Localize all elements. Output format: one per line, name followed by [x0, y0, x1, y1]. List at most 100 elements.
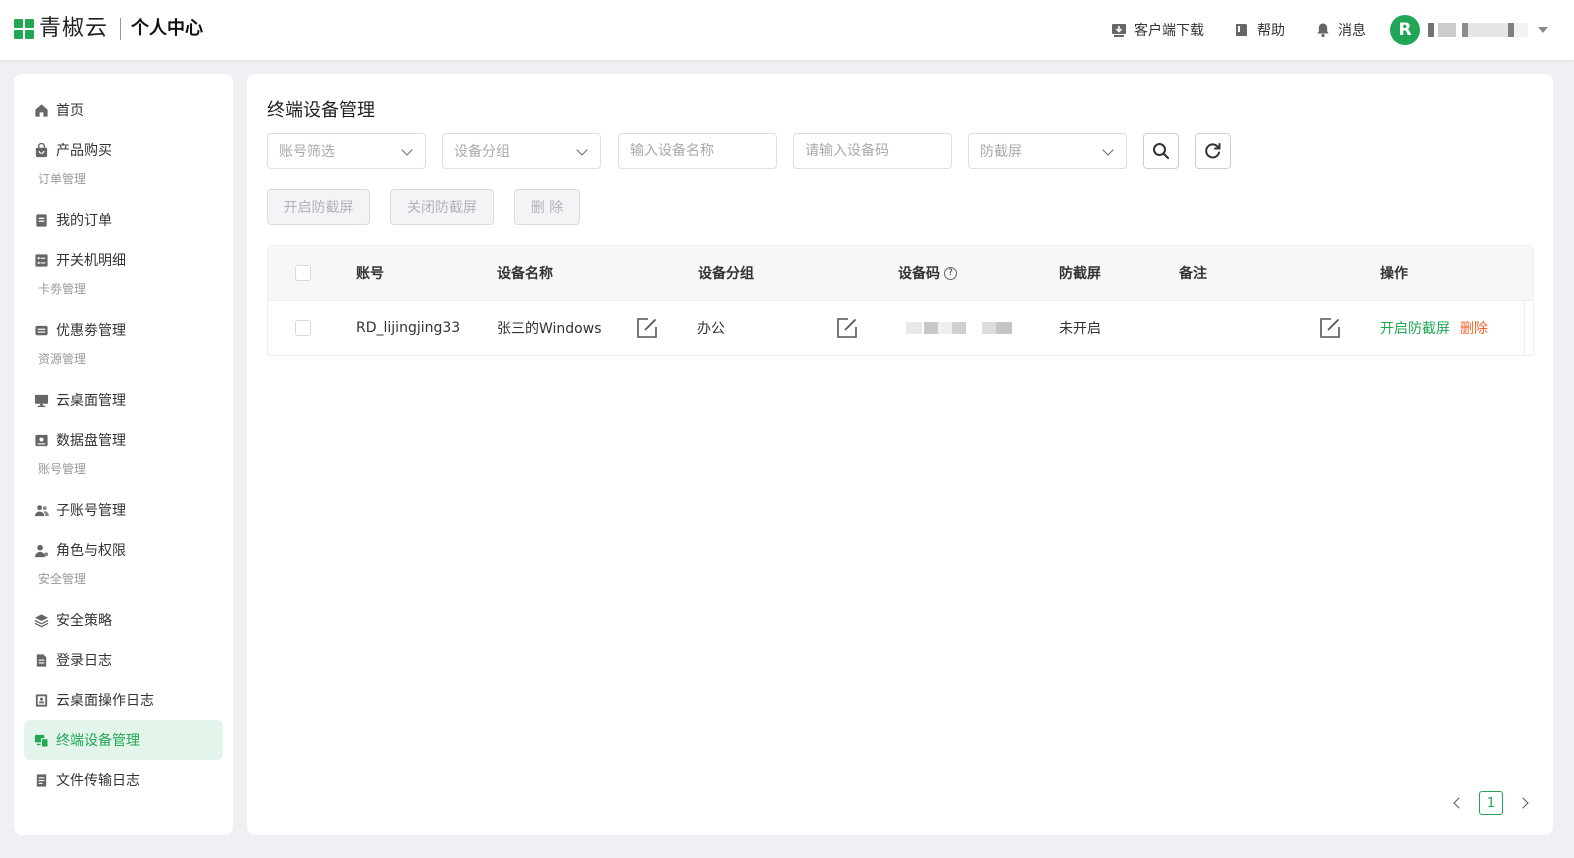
table-header: 账号 设备名称 设备分组 设备码 ? 防截屏 备注 操作: [268, 246, 1533, 301]
account-filter-placeholder: 账号筛选: [279, 144, 335, 160]
search-button[interactable]: [1143, 133, 1179, 169]
header-account: 账号: [356, 266, 384, 282]
row-delete-link[interactable]: 删除: [1460, 318, 1488, 338]
chevron-down-icon: [576, 144, 588, 156]
sidebar-item-my-orders[interactable]: 我的订单: [24, 200, 223, 240]
edit-remark-button[interactable]: [1319, 301, 1341, 355]
messages-link[interactable]: 消息: [1315, 20, 1366, 40]
page-number-current[interactable]: 1: [1479, 791, 1503, 815]
sidebar-item-terminal-devices[interactable]: 终端设备管理: [24, 720, 223, 760]
edit-icon: [837, 318, 857, 338]
devices-icon: [34, 734, 49, 748]
sidebar-item-product-purchase[interactable]: 产品购买: [24, 130, 223, 170]
sidebar-group-resources: 资源管理: [38, 352, 87, 366]
device-group-placeholder: 设备分组: [454, 144, 510, 160]
sidebar-item-data-disk[interactable]: 数据盘管理: [24, 420, 223, 460]
sidebar-item-login-log[interactable]: 登录日志: [24, 640, 223, 680]
header-remark: 备注: [1179, 266, 1207, 282]
home-icon: [35, 103, 48, 117]
sidebar-item-security-policy[interactable]: 安全策略: [24, 600, 223, 640]
sidebar-group-accounts: 账号管理: [38, 462, 87, 476]
pagination: 1: [1453, 791, 1529, 815]
device-group-select[interactable]: 设备分组: [442, 133, 601, 169]
device-table: 账号 设备名称 设备分组 设备码 ? 防截屏 备注 操作 RD_lijingji…: [267, 245, 1534, 356]
top-bar: 青椒云 个人中心 客户端下载 帮助 消息 R: [0, 0, 1574, 60]
help-icon[interactable]: ?: [944, 266, 957, 280]
device-name-input[interactable]: [630, 143, 776, 159]
brand-divider: [120, 18, 122, 40]
brand-logo[interactable]: 青椒云 个人中心: [14, 16, 203, 42]
edit-device-group-button[interactable]: [836, 301, 858, 355]
sidebar-item-label: 角色与权限: [56, 543, 126, 559]
device-code-input-wrap: [793, 133, 952, 169]
account-filter-select[interactable]: 账号筛选: [267, 133, 426, 169]
download-client-link[interactable]: 客户端下载: [1111, 20, 1204, 40]
sidebar-item-label: 云桌面操作日志: [56, 693, 154, 709]
document-icon: [36, 653, 47, 667]
sidebar-item-label: 开关机明细: [56, 253, 126, 269]
cell-anti-screenshot: 未开启: [1059, 321, 1101, 337]
edit-device-name-button[interactable]: [636, 301, 658, 355]
header-device-code: 设备码: [898, 266, 940, 282]
file-icon: [36, 773, 47, 787]
refresh-button[interactable]: [1195, 133, 1231, 169]
sidebar: 首页 产品购买 订单管理 我的订单 开关机明细 卡劵管理 优惠劵管理 资源管理 …: [14, 74, 233, 835]
prev-page-icon[interactable]: [1453, 797, 1465, 809]
help-link[interactable]: 帮助: [1234, 20, 1285, 40]
brand-name: 青椒云: [39, 16, 109, 41]
sidebar-item-label: 终端设备管理: [56, 733, 140, 749]
bell-icon: [1317, 23, 1329, 38]
row-enable-anti-screenshot-link[interactable]: 开启防截屏: [1380, 318, 1450, 338]
search-icon: [1153, 143, 1170, 160]
sidebar-item-coupon-management[interactable]: 优惠劵管理: [24, 310, 223, 350]
main-panel: 终端设备管理 账号筛选 设备分组 防截屏 开启防截屏 关闭防截屏 删 除 账号 …: [247, 74, 1553, 835]
sidebar-item-power-details[interactable]: 开关机明细: [24, 240, 223, 280]
username-masked[interactable]: [1428, 23, 1528, 37]
book-icon: [1236, 24, 1247, 36]
download-icon: [1112, 24, 1126, 37]
sidebar-item-file-transfer-log[interactable]: 文件传输日志: [24, 760, 223, 800]
header-device-name: 设备名称: [497, 266, 553, 282]
next-page-icon[interactable]: [1517, 797, 1529, 809]
chevron-down-icon: [1102, 144, 1114, 156]
sidebar-item-desktop-operation-log[interactable]: 云桌面操作日志: [24, 680, 223, 720]
disable-anti-screenshot-button[interactable]: 关闭防截屏: [390, 189, 494, 225]
chevron-down-icon[interactable]: [1538, 27, 1548, 33]
sidebar-item-roles-permissions[interactable]: 角色与权限: [24, 530, 223, 570]
help-label: 帮助: [1257, 23, 1285, 39]
messages-label: 消息: [1338, 23, 1366, 39]
device-code-input[interactable]: [805, 143, 951, 159]
header-anti-screenshot: 防截屏: [1059, 266, 1101, 282]
sidebar-item-label: 数据盘管理: [56, 433, 126, 449]
avatar[interactable]: R: [1390, 15, 1420, 45]
sidebar-item-home[interactable]: 首页: [24, 90, 223, 130]
ticket-icon: [35, 325, 48, 335]
anti-screenshot-placeholder: 防截屏: [980, 144, 1022, 160]
shopping-bag-icon: [35, 142, 48, 157]
select-all-checkbox[interactable]: [295, 265, 311, 281]
sidebar-item-cloud-desktop[interactable]: 云桌面管理: [24, 380, 223, 420]
section-title: 个人中心: [131, 18, 204, 39]
sidebar-group-security: 安全管理: [38, 572, 87, 586]
device-code-masked: [896, 322, 1012, 334]
delete-button[interactable]: 删 除: [514, 189, 580, 225]
users-icon: [34, 504, 49, 516]
enable-anti-screenshot-button[interactable]: 开启防截屏: [267, 189, 370, 225]
edit-icon: [637, 318, 657, 338]
sidebar-item-sub-accounts[interactable]: 子账号管理: [24, 490, 223, 530]
sidebar-item-label: 云桌面管理: [56, 393, 126, 409]
page-title: 终端设备管理: [267, 100, 375, 121]
cell-device-group: 办公: [697, 321, 725, 337]
sidebar-item-label: 产品购买: [56, 143, 112, 159]
cell-device-name: 张三的Windows: [497, 321, 602, 337]
sidebar-item-label: 我的订单: [56, 213, 112, 229]
sidebar-item-label: 安全策略: [56, 613, 112, 629]
download-client-label: 客户端下载: [1134, 23, 1204, 39]
log-icon: [35, 693, 48, 707]
cell-account: RD_lijingjing33: [356, 320, 461, 336]
sidebar-group-coupons: 卡劵管理: [38, 282, 87, 296]
row-checkbox[interactable]: [295, 320, 311, 336]
cell-device-code: [896, 301, 1012, 355]
anti-screenshot-select[interactable]: 防截屏: [968, 133, 1127, 169]
disk-icon: [35, 434, 48, 446]
